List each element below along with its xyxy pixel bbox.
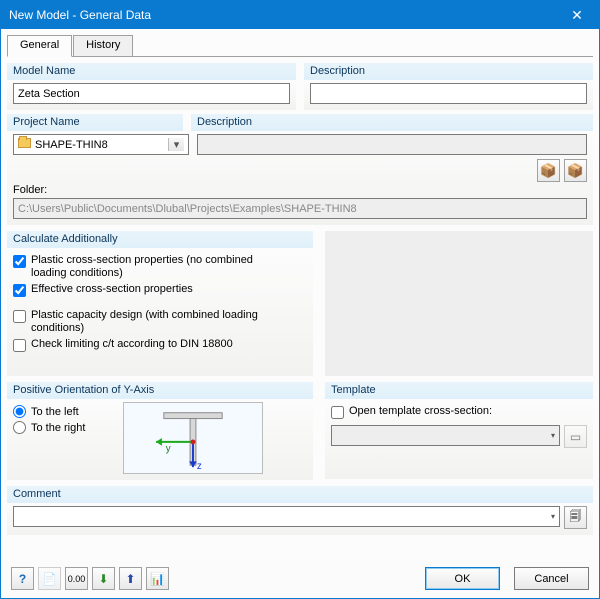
blank-panel bbox=[325, 231, 593, 376]
comment-header: Comment bbox=[7, 486, 593, 503]
axis-diagram: y z bbox=[123, 402, 263, 474]
package-icon: 📦 bbox=[540, 163, 556, 179]
titlebar-title: New Model - General Data bbox=[9, 8, 555, 22]
axis-left-radio[interactable] bbox=[13, 405, 26, 418]
calc-opt4-checkbox[interactable] bbox=[13, 339, 26, 352]
db-out-icon: ⬆ bbox=[125, 572, 135, 586]
axis-right-radio[interactable] bbox=[13, 421, 26, 434]
row-axis-template: Positive Orientation of Y-Axis To the le… bbox=[7, 382, 593, 480]
axis-header: Positive Orientation of Y-Axis bbox=[7, 382, 313, 399]
calc-header: Calculate Additionally bbox=[7, 231, 313, 248]
svg-text:y: y bbox=[166, 444, 171, 455]
dialog-window: New Model - General Data ✕ General Histo… bbox=[0, 0, 600, 599]
comment-lib-button[interactable]: 🗐 bbox=[564, 506, 587, 529]
cancel-button[interactable]: Cancel bbox=[514, 567, 589, 590]
comment-input[interactable]: ▾ bbox=[13, 506, 560, 527]
project-name-value: SHAPE-THIN8 bbox=[35, 139, 108, 151]
model-name-label: Model Name bbox=[7, 63, 296, 80]
db-in-button[interactable]: ⬇ bbox=[92, 567, 115, 590]
calc-opt3-checkbox[interactable] bbox=[13, 310, 26, 323]
dialog-content: General History Model Name Description bbox=[1, 29, 599, 561]
axis-right[interactable]: To the right bbox=[13, 421, 113, 434]
project-mgr-alt-button[interactable]: 📦 bbox=[564, 159, 587, 182]
model-desc-label: Description bbox=[304, 63, 593, 80]
calc-opt1[interactable]: Plastic cross-section properties (no com… bbox=[13, 254, 307, 280]
row-project-top: Project Name Description bbox=[7, 114, 593, 131]
help-icon: ? bbox=[19, 572, 26, 586]
project-desc-input bbox=[197, 134, 587, 155]
project-mgr-button[interactable]: 📦 bbox=[537, 159, 560, 182]
close-icon[interactable]: ✕ bbox=[555, 1, 599, 29]
note-icon: 📄 bbox=[42, 572, 57, 586]
template-select: ▾ bbox=[331, 425, 560, 446]
row-model: Model Name Description bbox=[7, 63, 593, 110]
model-name-input[interactable] bbox=[13, 83, 290, 104]
library-icon: ▭ bbox=[570, 430, 581, 444]
chevron-down-icon: ▾ bbox=[551, 512, 555, 521]
folder-icon bbox=[18, 138, 31, 151]
calc-opt2-checkbox[interactable] bbox=[13, 284, 26, 297]
calc-opt1-checkbox[interactable] bbox=[13, 255, 26, 268]
chevron-down-icon: ▾ bbox=[168, 138, 184, 151]
units-icon: 0.00 bbox=[68, 574, 86, 584]
model-desc-input[interactable] bbox=[310, 83, 587, 104]
note-button: 📄 bbox=[38, 567, 61, 590]
template-open-checkbox[interactable] bbox=[331, 406, 344, 419]
chevron-down-icon: ▾ bbox=[551, 431, 555, 440]
help-button[interactable]: ? bbox=[11, 567, 34, 590]
calc-opt4[interactable]: Check limiting c/t according to DIN 1880… bbox=[13, 338, 307, 352]
package-alt-icon: 📦 bbox=[567, 163, 583, 179]
tab-strip: General History bbox=[7, 35, 593, 57]
svg-text:z: z bbox=[197, 461, 202, 472]
titlebar: New Model - General Data ✕ bbox=[1, 1, 599, 29]
calc-opt3[interactable]: Plastic capacity design (with combined l… bbox=[13, 309, 307, 335]
tab-history[interactable]: History bbox=[73, 35, 133, 57]
template-browse-button: ▭ bbox=[564, 425, 587, 448]
chart-icon: 📊 bbox=[150, 572, 165, 586]
db-in-icon: ⬇ bbox=[98, 572, 108, 586]
folder-label: Folder: bbox=[13, 184, 587, 196]
button-bar: ? 📄 0.00 ⬇ ⬆ 📊 OK Cancel bbox=[1, 561, 599, 598]
tab-general[interactable]: General bbox=[7, 35, 72, 57]
project-name-combo[interactable]: SHAPE-THIN8 ▾ bbox=[13, 134, 189, 155]
project-name-label: Project Name bbox=[7, 114, 183, 131]
ok-button[interactable]: OK bbox=[425, 567, 500, 590]
units-button[interactable]: 0.00 bbox=[65, 567, 88, 590]
axis-left[interactable]: To the left bbox=[13, 405, 113, 418]
chart-button[interactable]: 📊 bbox=[146, 567, 169, 590]
project-desc-label: Description bbox=[191, 114, 593, 131]
row-calc: Calculate Additionally Plastic cross-sec… bbox=[7, 231, 593, 376]
calc-opt2[interactable]: Effective cross-section properties bbox=[13, 283, 307, 297]
db-out-button[interactable]: ⬆ bbox=[119, 567, 142, 590]
template-open[interactable]: Open template cross-section: bbox=[331, 405, 587, 419]
folder-path-input bbox=[13, 198, 587, 219]
template-header: Template bbox=[325, 382, 593, 399]
comment-icon: 🗐 bbox=[570, 507, 582, 528]
